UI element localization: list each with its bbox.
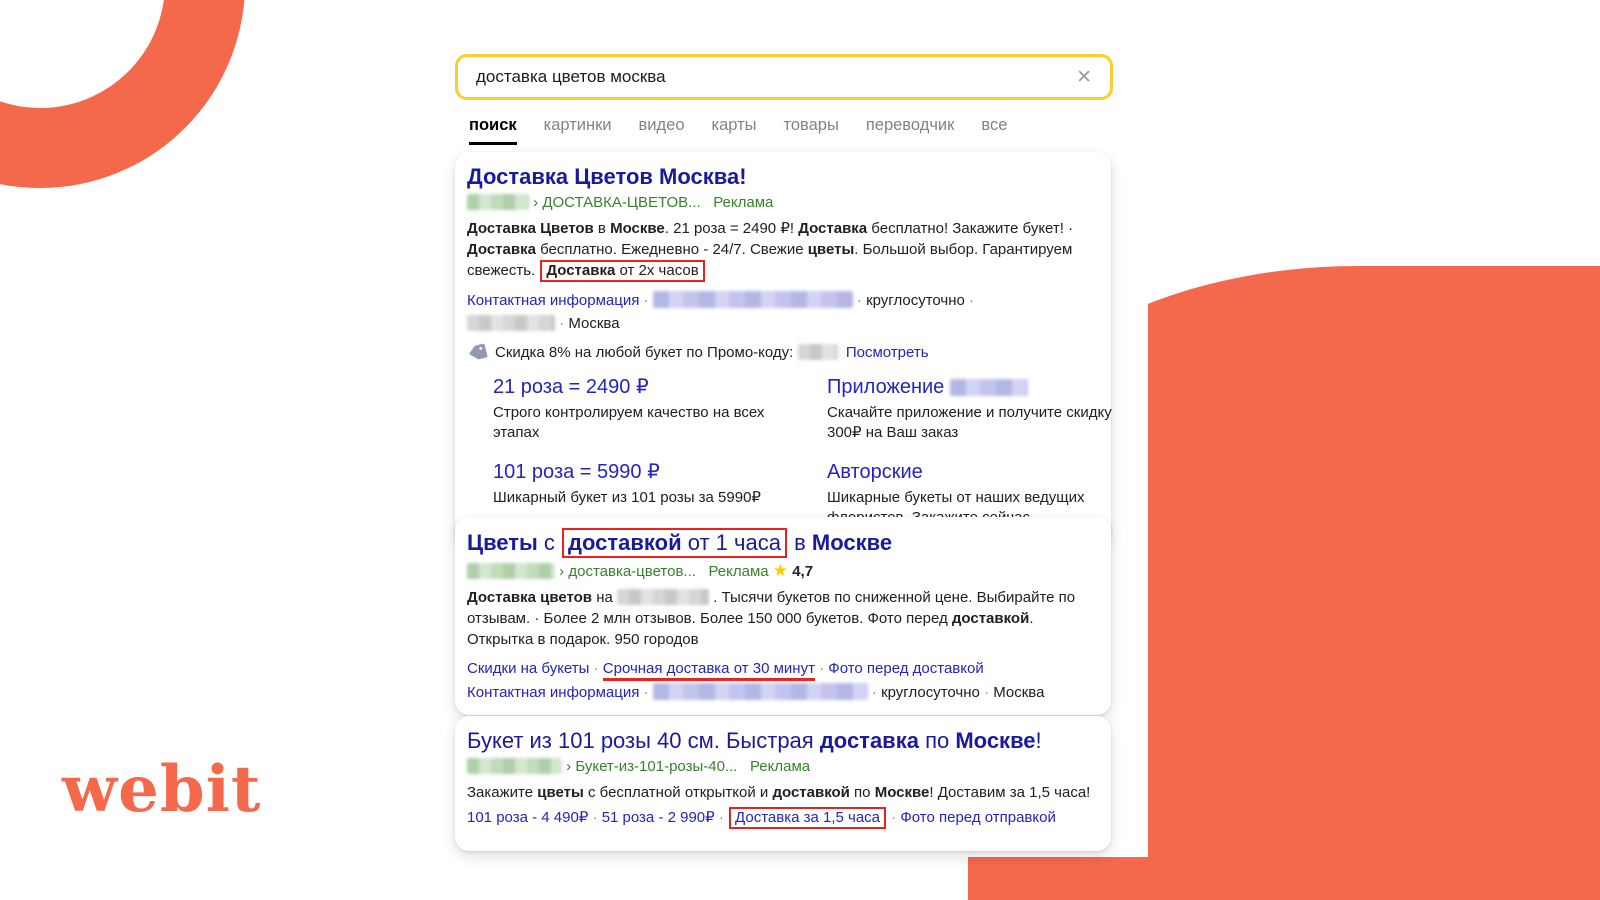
- result-snippet: Доставка цветов на . Тысячи букетов по с…: [467, 589, 1076, 649]
- sitelinks-grid: 21 роза = 2490 ₽ Строго контролируем кач…: [493, 375, 1112, 528]
- search-result-card: Доставка Цветов Москва! › ДОСТАВКА-ЦВЕТО…: [455, 152, 1112, 544]
- sitelink-cell: Приложение Скачайте приложение и получит…: [827, 375, 1127, 443]
- sitelink-title[interactable]: Приложение: [827, 375, 1127, 399]
- result-quick-links: Скидки на букеты · Срочная доставка от 3…: [467, 658, 1099, 682]
- result-url-line: › Букет-из-101-розы-40... Реклама: [467, 756, 1099, 778]
- tab-maps[interactable]: карты: [712, 116, 757, 145]
- contact-info-link[interactable]: Контактная информация: [467, 292, 639, 309]
- blurred-favicon-domain: [467, 563, 555, 580]
- rose-101-price-link[interactable]: 101 роза - 4 490₽: [467, 809, 588, 826]
- result-title-link[interactable]: Доставка Цветов Москва!: [467, 163, 1099, 190]
- search-tabs: поиск картинки видео карты товары перево…: [469, 116, 1007, 145]
- sitelink-101-roses[interactable]: 101 роза = 5990 ₽: [493, 461, 660, 483]
- tab-search[interactable]: поиск: [469, 116, 517, 145]
- delivery-90min-link[interactable]: Доставка за 1,5 часа: [735, 809, 880, 826]
- search-result-card: Букет из 101 розы 40 см. Быстрая доставк…: [455, 716, 1111, 851]
- star-icon: ★: [772, 561, 789, 581]
- urgent-delivery-link[interactable]: Срочная доставка от 30 минут: [602, 660, 815, 682]
- sitelink-cell: 21 роза = 2490 ₽ Строго контролируем кач…: [493, 375, 801, 443]
- sitelink-author-bouquets[interactable]: Авторские: [827, 461, 923, 483]
- serp-panel: доставка цветов москва ✕ поиск картинки …: [443, 40, 1127, 860]
- contact-line: Контактная информация · · круглосуточно …: [467, 683, 1045, 702]
- blurred-favicon-domain: [467, 758, 562, 774]
- sitelink-title[interactable]: Авторские: [827, 460, 1127, 484]
- promo-line: Скидка 8% на любой букет по Промо-коду: …: [467, 342, 1099, 362]
- clear-search-icon[interactable]: ✕: [1076, 68, 1092, 87]
- rose-51-price-link[interactable]: 51 роза - 2 990₽: [602, 809, 715, 826]
- sitelink-title[interactable]: 101 роза = 5990 ₽: [493, 460, 801, 484]
- sitelink-desc: Скачайте приложение и получите скидку 30…: [827, 404, 1112, 441]
- result-title-link[interactable]: Букет из 101 розы 40 см. Быстрая доставк…: [467, 727, 1099, 754]
- red-highlight-box: Доставка за 1,5 часа: [729, 807, 887, 829]
- sitelink-title[interactable]: 21 роза = 2490 ₽: [493, 375, 801, 399]
- ad-label: Реклама: [713, 194, 774, 211]
- promo-view-link[interactable]: Посмотреть: [846, 344, 929, 361]
- tab-video[interactable]: видео: [639, 116, 685, 145]
- tab-images[interactable]: картинки: [544, 116, 612, 145]
- rating-value: 4,7: [792, 563, 814, 581]
- result-title-link[interactable]: Цветы с доставкой от 1 часа в Москве: [467, 528, 1099, 559]
- photo-before-delivery-link[interactable]: Фото перед доставкой: [828, 660, 983, 677]
- result-url-line: › ДОСТАВКА-ЦВЕТОВ... Реклама: [467, 192, 1099, 214]
- webit-logo: webit: [62, 752, 262, 827]
- red-highlight-box: доставкой от 1 часа: [562, 528, 787, 559]
- promo-text: Скидка 8% на любой букет по Промо-коду: …: [495, 343, 929, 361]
- search-result-card: Цветы с доставкой от 1 часа в Москве › д…: [455, 517, 1111, 716]
- blurred-phone: [652, 683, 868, 701]
- blurred-favicon-domain: [467, 194, 529, 210]
- result-quick-links: 101 роза - 4 490₽ · 51 роза - 2 990₽ · Д…: [467, 807, 1099, 829]
- contact-info-link[interactable]: Контактная информация: [467, 684, 639, 701]
- result-snippet: Доставка Цветов в Москве. 21 роза = 2490…: [467, 218, 1099, 282]
- result-domain[interactable]: доставка-цветов...: [568, 563, 696, 580]
- red-highlight-box: Доставка от 2х часов: [540, 260, 705, 282]
- photo-before-send-link[interactable]: Фото перед отправкой: [900, 809, 1055, 826]
- ad-label: Реклама: [749, 758, 811, 775]
- result-url-line: › доставка-цветов... Реклама ★ 4,7: [467, 560, 1099, 583]
- result-domain[interactable]: Букет-из-101-розы-40...: [575, 758, 737, 775]
- tab-all[interactable]: все: [981, 116, 1007, 145]
- discounts-link[interactable]: Скидки на букеты: [467, 660, 589, 677]
- sitelink-desc: Строго контролируем качество на всех эта…: [493, 404, 765, 441]
- tab-goods[interactable]: товары: [784, 116, 839, 145]
- blurred-promo-code: [797, 343, 838, 360]
- blurred-site-name: [617, 589, 709, 606]
- result-snippet: Закажите цветы с бесплатной открыткой и …: [467, 784, 1091, 801]
- ad-label: Реклама: [708, 563, 769, 581]
- sitelink-app[interactable]: Приложение: [827, 376, 950, 398]
- blurred-metro: [467, 315, 555, 331]
- sitelink-desc: Шикарный букет из 101 розы за 5990₽: [493, 489, 761, 506]
- contact-line: Контактная информация · · круглосуточно …: [467, 291, 975, 309]
- slide: webit доставка цветов москва ✕ поиск кар…: [0, 0, 1600, 900]
- blurred-phone: [652, 291, 853, 308]
- decor-ring: [0, 0, 245, 188]
- search-input[interactable]: доставка цветов москва ✕: [455, 54, 1113, 100]
- result-domain[interactable]: ДОСТАВКА-ЦВЕТОВ...: [542, 194, 700, 211]
- search-query-text[interactable]: доставка цветов москва: [476, 67, 1076, 87]
- tab-translator[interactable]: переводчик: [866, 116, 955, 145]
- contact-line-2: · Москва: [467, 314, 1099, 334]
- sitelink-21-roses[interactable]: 21 роза = 2490 ₽: [493, 376, 649, 398]
- blurred-app-name: [949, 379, 1028, 396]
- price-tag-icon: [469, 343, 488, 360]
